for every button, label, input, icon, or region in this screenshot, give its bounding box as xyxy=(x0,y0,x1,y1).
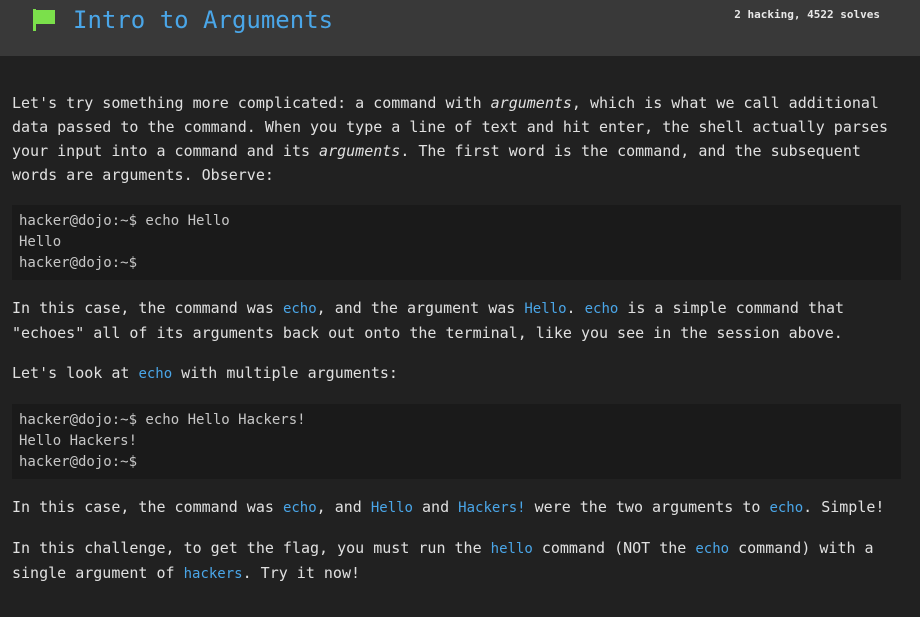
paragraph-1: Let's try something more complicated: a … xyxy=(12,91,902,187)
text: In this case, the command was xyxy=(12,498,283,516)
code-line: hacker@dojo:~$ xyxy=(19,255,138,271)
code-line: hacker@dojo:~$ echo Hello Hackers! xyxy=(19,412,306,428)
text: . Simple! xyxy=(803,498,885,516)
inline-code-hackers: Hackers! xyxy=(458,500,526,516)
code-line: Hello xyxy=(19,234,62,250)
inline-code-hello-command: hello xyxy=(490,541,533,557)
text: and xyxy=(413,498,459,516)
inline-code-echo: echo xyxy=(695,541,730,557)
inline-code-hello: Hello xyxy=(370,500,413,516)
inline-code-echo: echo xyxy=(769,500,804,516)
code-line: hacker@dojo:~$ echo Hello xyxy=(19,213,230,229)
text: In this case, the command was xyxy=(12,299,283,317)
challenge-stats: 2 hacking, 4522 solves xyxy=(734,8,880,21)
text: , and xyxy=(316,498,371,516)
paragraph-3: Let's look at echo with multiple argumen… xyxy=(12,361,902,386)
text: with multiple arguments: xyxy=(172,364,398,382)
challenge-description: Let's try something more complicated: a … xyxy=(12,91,902,586)
challenge-title[interactable]: Intro to Arguments xyxy=(73,2,333,38)
emphasis-arguments: arguments xyxy=(490,94,572,112)
text: . Try it now! xyxy=(242,564,361,582)
paragraph-5: In this challenge, to get the flag, you … xyxy=(12,536,902,586)
paragraph-4: In this case, the command was echo, and … xyxy=(12,495,902,520)
code-line: Hello Hackers! xyxy=(19,433,138,449)
inline-code-echo: echo xyxy=(138,366,173,382)
emphasis-arguments: arguments xyxy=(319,142,401,160)
text: were the two arguments to xyxy=(525,498,770,516)
text: , and the argument was xyxy=(316,299,525,317)
text: Let's look at xyxy=(12,364,139,382)
challenge-header[interactable]: Intro to Arguments 2 hacking, 4522 solve… xyxy=(0,0,920,56)
code-block-1: hacker@dojo:~$ echo Hello Hello hacker@d… xyxy=(12,205,901,280)
flag-icon xyxy=(33,9,55,31)
text: Let's try something more complicated: a … xyxy=(12,94,491,112)
paragraph-2: In this case, the command was echo, and … xyxy=(12,296,902,345)
code-block-2: hacker@dojo:~$ echo Hello Hackers! Hello… xyxy=(12,404,901,479)
code-line: hacker@dojo:~$ xyxy=(19,454,138,470)
text: command (NOT the xyxy=(532,539,696,557)
inline-code-hello: Hello xyxy=(524,301,567,317)
inline-code-echo: echo xyxy=(282,301,317,317)
inline-code-hackers: hackers xyxy=(183,566,243,582)
text: In this challenge, to get the flag, you … xyxy=(12,539,491,557)
text: . xyxy=(566,299,585,317)
inline-code-echo: echo xyxy=(282,500,317,516)
inline-code-echo: echo xyxy=(584,301,619,317)
